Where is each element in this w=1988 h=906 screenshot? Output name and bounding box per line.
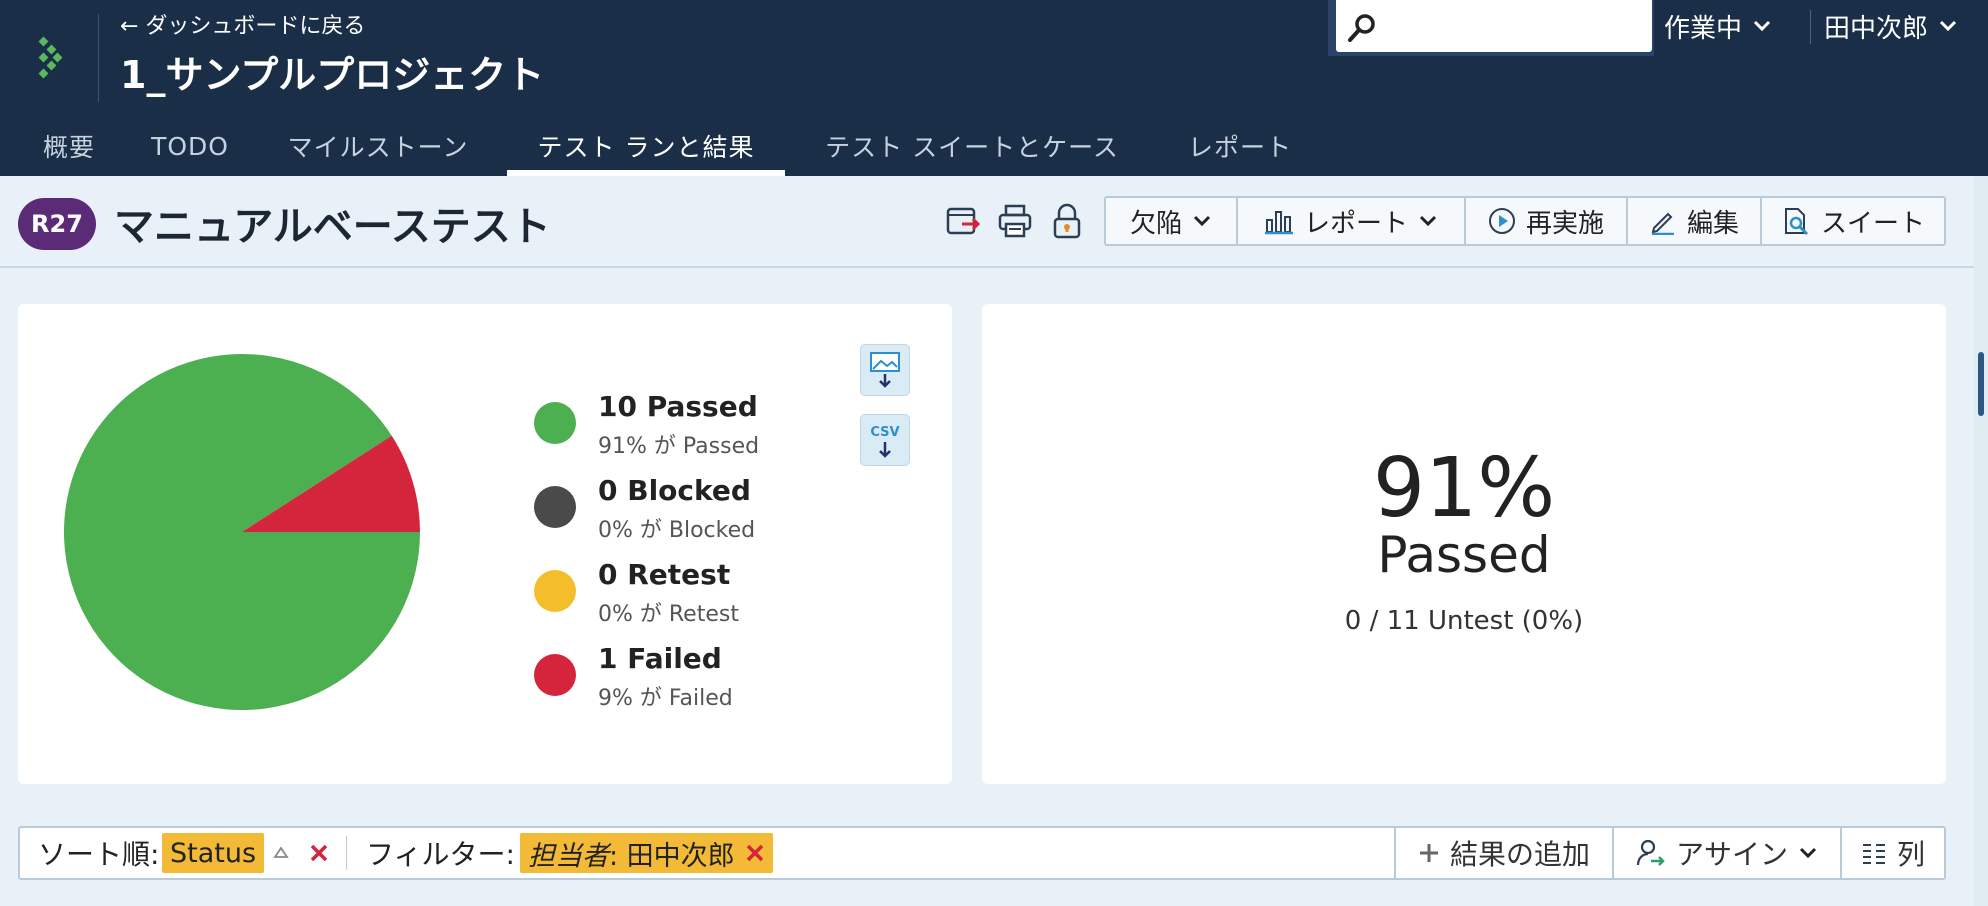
filter-separator [346,836,347,870]
page-scrollbar-thumb[interactable] [1978,352,1984,416]
print-icon[interactable] [996,202,1034,240]
summary-card: 91% Passed 0 / 11 Untest (0%) [982,304,1946,784]
run-id-badge: R27 [18,198,96,250]
csv-download-icon: CSV [870,425,900,458]
run-actions-group: 欠陥 レポート 再実施 編集 スイート [1104,196,1946,246]
legend-title: 1 Failed [598,642,722,675]
run-title: マニュアルベーステスト [114,204,551,250]
legend-subtitle: 0% が Blocked [598,518,756,543]
legend-title: 10 Passed [598,390,758,423]
sort-filter-bar: ソート順: Status フィルター: 担当者 : 田中次郎 結果の追加 アサイ… [18,826,1946,880]
legend-item-passed: 10 Passed 91% が Passed [534,390,834,460]
defects-button-label: 欠陥 [1129,208,1182,239]
header-separator [1810,10,1811,44]
document-search-icon [1784,208,1809,236]
filter-chip-value: : 田中次郎 [609,840,735,872]
legend-subtitle: 0% が Retest [598,602,739,627]
passed-percentage: 91% [1372,441,1556,536]
legend-subtitle: 91% が Passed [598,434,760,459]
filter-chip-key: 担当者 [528,840,609,872]
columns-button[interactable]: 列 [1840,828,1944,878]
untest-count: 0 / 11 Untest (0%) [1344,606,1584,636]
chevron-down-icon [1939,20,1957,32]
sort-ascending-icon[interactable] [272,844,290,862]
sort-label: ソート順: [38,838,160,871]
user-name-label: 田中次郎 [1824,13,1929,44]
assign-label: アサイン [1675,838,1788,871]
tab-milestones[interactable]: マイルストーン [284,116,472,176]
legend-dot-blocked [534,486,576,528]
logo-icon[interactable] [34,36,68,84]
image-download-icon [870,352,900,388]
legend-item-blocked: 0 Blocked 0% が Blocked [534,474,834,544]
plus-icon [1419,844,1438,862]
header-divider [98,14,99,102]
csv-label: CSV [870,425,899,440]
add-result-button[interactable]: 結果の追加 [1394,828,1612,878]
report-button-label: レポート [1303,208,1408,239]
legend-item-retest: 0 Retest 0% が Retest [534,558,834,628]
tab-test-runs[interactable]: テスト ランと結果 [507,116,785,176]
chevron-down-icon [1753,20,1771,32]
run-title-bar: R27 マニュアルベーステスト 欠陥 レポート 再実施 編集 スイート [0,176,1988,268]
work-status-dropdown[interactable]: 作業中 [1664,6,1772,46]
rerun-button[interactable]: 再実施 [1466,198,1628,244]
edit-button-label: 編集 [1686,208,1739,239]
assign-button[interactable]: アサイン [1612,828,1840,878]
remove-sort-icon[interactable] [308,842,330,864]
chevron-down-icon [1193,215,1211,227]
filter-chip-assignee[interactable]: 担当者 : 田中次郎 [520,833,773,873]
passed-label: Passed [1377,526,1551,584]
remove-filter-icon[interactable] [745,843,765,863]
export-icon[interactable] [944,202,982,240]
edit-button[interactable]: 編集 [1628,198,1762,244]
tab-reports[interactable]: レポート [1186,116,1294,176]
legend-dot-passed [534,402,576,444]
add-result-label: 結果の追加 [1449,838,1590,871]
back-to-dashboard-link[interactable]: ← ダッシュボードに戻る [120,8,365,40]
rerun-button-label: 再実施 [1525,208,1604,239]
columns-icon [1862,844,1885,864]
project-title: 1_サンプルプロジェクト [120,53,545,97]
user-menu-dropdown[interactable]: 田中次郎 [1824,6,1958,46]
bar-chart-icon [1264,211,1293,235]
app-header: ← ダッシュボードに戻る 1_サンプルプロジェクト 作業中 田中次郎 概要 TO… [0,0,1988,176]
status-chart-card: 10 Passed 91% が Passed 0 Blocked 0% が Bl… [18,304,952,784]
defects-button[interactable]: 欠陥 [1106,198,1238,244]
suite-button-label: スイート [1820,208,1925,239]
legend-item-failed: 1 Failed 9% が Failed [534,642,834,712]
search-icon [1348,14,1375,42]
play-icon [1488,208,1515,234]
tab-todo[interactable]: TODO [151,116,228,176]
tab-test-suites[interactable]: テスト スイートとケース [820,116,1124,176]
download-chart-image-button[interactable] [860,344,910,396]
pencil-icon [1651,212,1674,235]
legend-subtitle: 9% が Failed [598,686,733,711]
legend-title: 0 Blocked [598,474,751,507]
legend-dot-retest [534,570,576,612]
legend-dot-failed [534,654,576,696]
search-input[interactable] [1336,0,1652,52]
chevron-down-icon [1419,215,1437,227]
tab-overview[interactable]: 概要 [42,116,96,176]
assign-user-icon [1636,839,1665,866]
chevron-down-icon [1799,847,1817,859]
report-button[interactable]: レポート [1238,198,1466,244]
page-scrollbar[interactable] [1974,176,1988,906]
status-pie-chart [63,353,420,710]
sort-chip[interactable]: Status [162,833,265,873]
columns-label: 列 [1896,838,1925,871]
legend-title: 0 Retest [598,558,731,591]
suite-button[interactable]: スイート [1762,198,1944,244]
lock-icon[interactable] [1048,202,1086,240]
download-csv-button[interactable]: CSV [860,414,910,466]
filter-label: フィルター: [366,838,515,871]
work-status-label: 作業中 [1664,13,1743,44]
